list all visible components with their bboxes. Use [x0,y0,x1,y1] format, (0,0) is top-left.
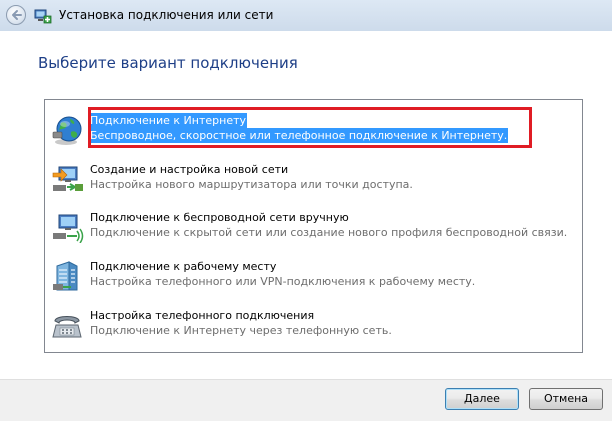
option-description: Настройка нового маршрутизатора или точк… [90,178,413,191]
back-arrow-icon [12,10,22,20]
globe-icon [52,116,82,145]
back-button[interactable] [6,5,26,25]
wireless-network-icon [53,214,84,243]
dialup-phone-icon [52,316,82,338]
option-description: Подключение к Интернету через телефонную… [90,324,392,337]
next-button[interactable]: Далее [445,388,519,410]
option-title: Подключение к рабочему месту [90,260,277,273]
page-heading: Выберите вариант подключения [38,54,298,72]
option-description: Подключение к скрытой сети или создание … [90,226,568,239]
window-title: Установка подключения или сети [59,8,274,22]
option-manual-wireless[interactable]: Подключение к беспроводной сети вручную … [51,210,567,250]
option-description: Настройка телефонного или VPN-подключени… [90,275,476,288]
title-bar: Установка подключения или сети [0,0,612,31]
network-wizard-icon [34,9,52,24]
option-title: Настройка телефонного подключения [90,309,315,322]
highlight-frame [88,107,532,148]
workplace-building-icon [53,261,78,291]
wizard-footer: Далее Отмена [0,379,612,421]
option-dialup-setup[interactable]: Настройка телефонного подключения Подклю… [51,308,491,348]
cancel-button[interactable]: Отмена [529,388,603,410]
option-title: Подключение к беспроводной сети вручную [90,211,349,224]
option-title: Создание и настройка новой сети [90,163,289,176]
option-new-network-setup[interactable]: Создание и настройка новой сети Настройк… [51,162,491,202]
option-internet-connection[interactable]: Подключение к Интернету Беспроводное, ск… [51,107,532,153]
option-workplace-connection[interactable]: Подключение к рабочему месту Настройка т… [51,259,491,299]
network-setup-icon [52,166,83,191]
connection-options-list: Подключение к Интернету Беспроводное, ск… [44,99,583,353]
